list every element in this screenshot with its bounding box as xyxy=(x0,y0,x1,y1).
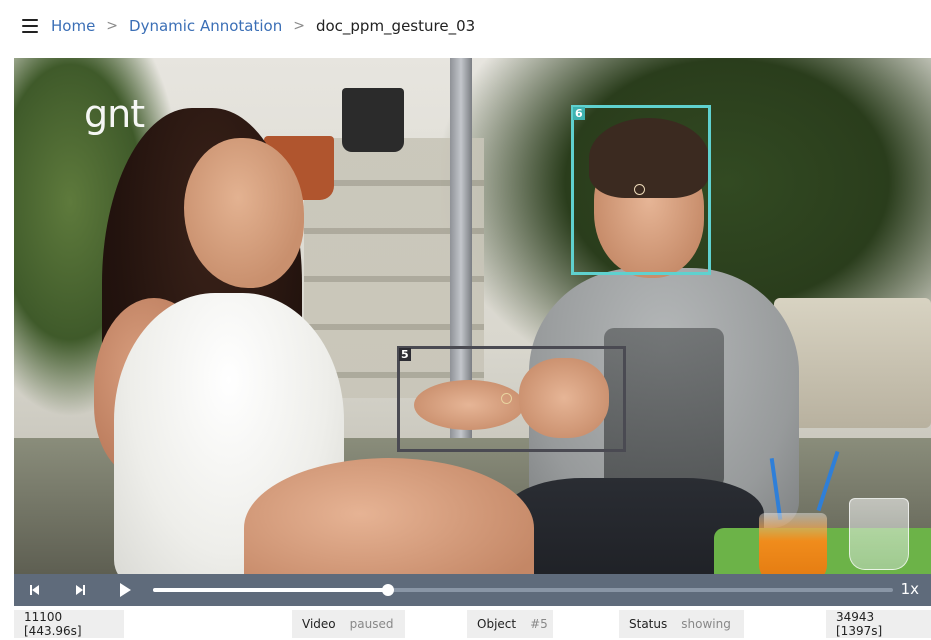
breadcrumb-section-link[interactable]: Dynamic Annotation xyxy=(129,17,282,35)
hamburger-menu-icon[interactable] xyxy=(22,19,38,33)
total-frames-value: 34943 [1397s] xyxy=(836,610,883,638)
play-icon xyxy=(119,583,131,597)
annotation-status-label: Status xyxy=(629,617,668,631)
breadcrumb-current: doc_ppm_gesture_03 xyxy=(315,17,476,35)
play-button[interactable] xyxy=(115,580,135,600)
video-state-value: paused xyxy=(349,617,394,631)
seek-bar-handle[interactable] xyxy=(382,584,395,596)
annotation-label-6: 6 xyxy=(573,107,585,120)
annotation-box-5[interactable]: 5 xyxy=(397,346,626,452)
status-bar: 11100 [443.96s] Video paused Object #5 S… xyxy=(14,606,931,640)
seek-bar-progress xyxy=(153,588,389,592)
annotation-status: Status showing xyxy=(619,610,744,638)
breadcrumb-home-link[interactable]: Home xyxy=(51,17,95,35)
total-frames-readout: 34943 [1397s] xyxy=(826,610,931,638)
skip-previous-icon xyxy=(29,585,39,595)
annotation-box-6[interactable]: 6 xyxy=(571,105,711,275)
playback-controls: 1x xyxy=(14,574,931,606)
current-frame-readout: 11100 [443.96s] xyxy=(14,610,124,638)
skip-previous-button[interactable] xyxy=(24,580,44,600)
annotation-status-value: showing xyxy=(681,617,731,631)
skip-next-button[interactable] xyxy=(70,580,90,600)
selected-object-value: #5 xyxy=(530,617,548,631)
breadcrumb-separator-icon: > xyxy=(293,18,305,34)
current-frame-value: 11100 [443.96s] xyxy=(24,610,82,638)
video-scene: gnt xyxy=(14,58,931,574)
breadcrumb-bar: Home > Dynamic Annotation > doc_ppm_gest… xyxy=(0,0,931,52)
breadcrumb-separator-icon: > xyxy=(106,18,119,34)
annotation-label-5: 5 xyxy=(399,348,411,361)
video-state-label: Video xyxy=(302,617,336,631)
selected-object: Object #5 xyxy=(467,610,553,638)
video-state: Video paused xyxy=(292,610,405,638)
annotation-center-handle[interactable] xyxy=(634,184,645,195)
selected-object-label: Object xyxy=(477,617,517,631)
annotation-center-handle[interactable] xyxy=(501,393,512,404)
playback-speed-button[interactable]: 1x xyxy=(901,580,919,598)
video-frame[interactable]: gnt 6 5 xyxy=(14,58,931,574)
channel-watermark: gnt xyxy=(84,92,145,136)
seek-bar[interactable] xyxy=(153,584,893,596)
skip-next-icon xyxy=(75,585,85,595)
